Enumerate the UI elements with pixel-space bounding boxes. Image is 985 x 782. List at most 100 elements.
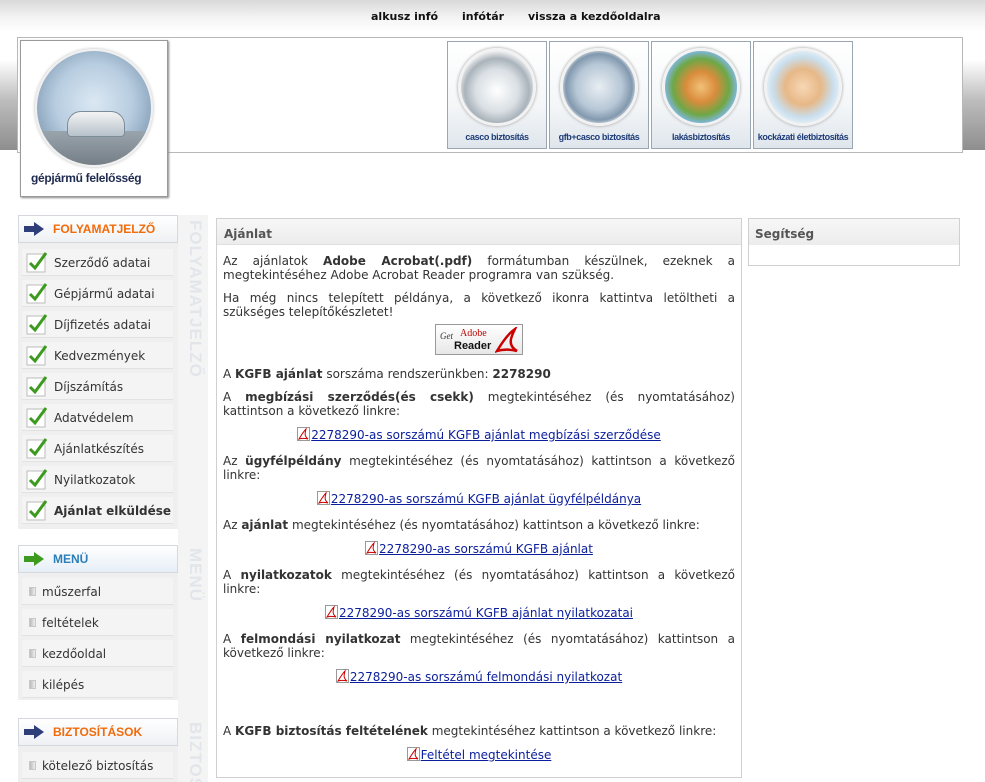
checkmark-icon [26,469,48,490]
progress-step-label: Nyilatkozatok [54,473,136,487]
car-photo [35,49,153,167]
progress-step[interactable]: Szerződő adatai [22,249,173,276]
nav-alkusz-info[interactable]: alkusz infó [371,10,438,23]
insurances-title: BIZTOSÍTÁSOK [53,725,143,739]
menu-item-label: kezdőoldal [42,647,107,661]
offer-pdf-link[interactable]: 2278290-as sorszámú KGFB ajánlat [379,542,593,556]
progress-step[interactable]: Díjszámítás [22,373,173,400]
progress-step[interactable]: Ajánlatkészítés [22,435,173,462]
bullet-icon [29,649,36,658]
help-title: Segítség [749,219,959,245]
product-life[interactable]: kockázati életbiztosítás [753,41,853,149]
bullet-icon [29,618,36,627]
bullet-icon [29,680,36,689]
pdf-icon [316,491,330,505]
progress-step[interactable]: Adatvédelem [22,404,173,431]
nav-infotar[interactable]: infótár [462,10,504,23]
checkmark-icon [26,314,48,335]
car-photo [458,48,536,126]
checkmark-icon [26,252,48,273]
menu-title: MENÜ [53,552,89,566]
progress-step[interactable]: Nyilatkozatok [22,466,173,493]
progress-step-label: Ajánlatkészítés [54,442,145,456]
progress-step-current[interactable]: Ajánlat elküldése [22,497,173,524]
checkmark-icon [26,407,48,428]
progress-step-label: Díjszámítás [54,380,124,394]
insurances-vertical-label: BIZTOS [186,722,205,782]
menu-item-label: feltételek [42,616,99,630]
checkmark-icon [26,500,48,521]
progress-step[interactable]: Kedvezmények [22,342,173,369]
offer-info-text: Az ajánlat megtekintéséhez (és nyomtatás… [223,518,700,532]
checkmark-icon [26,376,48,397]
progress-title: FOLYAMATJELZŐ [53,222,156,236]
pdf-icon [406,747,420,761]
progress-header: FOLYAMATJELZŐ [18,215,178,243]
contract-info-text: A megbízási szerződés(és csekk) megtekin… [223,390,735,418]
progress-step-label: Díjfizetés adatai [54,318,152,332]
product-casco[interactable]: casco biztosítás [447,41,547,149]
menu-item-terms[interactable]: feltételek [22,609,173,636]
progress-step-label: Ajánlat elküldése [54,504,172,518]
progress-vertical-label: FOLYAMATJELZŐ [186,220,205,378]
product-logo-card[interactable]: gépjármű felelősség [20,40,168,197]
car-photo [560,48,638,126]
insurance-item-mandatory[interactable]: kötelező biztosítás [22,752,173,779]
contract-pdf-link[interactable]: 2278290-as sorszámú KGFB ajánlat megbízá… [311,428,661,442]
menu-item-logout[interactable]: kilépés [22,671,173,698]
client-copy-pdf-link[interactable]: 2278290-as sorszámú KGFB ajánlat ügyfélp… [331,492,641,506]
cancellation-info-text: A felmondási nyilatkozat megtekintéséhez… [223,632,736,660]
house-photo [662,48,740,126]
adobe-logo-icon [495,327,518,353]
progress-step-label: Adatvédelem [54,411,134,425]
terms-info-text: A KGFB biztosítás feltételének megtekint… [223,724,717,738]
help-panel: Segítség [748,218,960,266]
declarations-info-text: A nyilatkozatok megtekintéséhez (és nyom… [223,568,735,596]
bullet-icon [29,761,36,770]
product-label: gfb+casco biztosítás [558,132,640,142]
product-logo-label: gépjármű felelősség [31,171,142,185]
offer-body: Az ajánlatok Adobe Acrobat(.pdf) formátu… [217,245,741,762]
menu-item-dashboard[interactable]: műszerfal [22,578,173,605]
pdf-icon [335,669,349,683]
menu-item-label: műszerfal [42,585,102,599]
arrow-right-icon [24,725,44,739]
arrow-right-icon [24,222,44,236]
progress-step-label: Szerződő adatai [54,256,151,270]
pdf-icon [297,427,311,441]
install-info-text: Ha még nincs telepített példánya, a köve… [223,291,735,319]
menu-item-label: kilépés [42,678,85,692]
pdf-icon [324,605,338,619]
checkmark-icon [26,345,48,366]
product-label: kockázati életbiztosítás [757,132,849,142]
pdf-icon [365,541,379,555]
product-gfb-casco[interactable]: gfb+casco biztosítás [549,41,649,149]
checkmark-icon [26,438,48,459]
product-home[interactable]: lakásbiztosítás [651,41,751,149]
arrow-right-icon [24,552,44,566]
insurances-header: BIZTOSÍTÁSOK [18,718,178,746]
nav-back-home[interactable]: vissza a kezdőoldalra [528,10,661,23]
terms-pdf-link[interactable]: Feltétel megtekintése [421,748,552,762]
insurance-item-label: kötelező biztosítás [42,759,154,773]
menu-item-home[interactable]: kezdőoldal [22,640,173,667]
progress-step[interactable]: Gépjármű adatai [22,280,173,307]
declarations-pdf-link[interactable]: 2278290-as sorszámú KGFB ajánlat nyilatk… [339,606,633,620]
offer-panel: Ajánlat Az ajánlatok Adobe Acrobat(.pdf)… [216,218,742,778]
progress-step[interactable]: Díjfizetés adatai [22,311,173,338]
pdf-info-text: Az ajánlatok Adobe Acrobat(.pdf) formátu… [223,254,735,282]
progress-step-label: Kedvezmények [54,349,146,363]
offer-title: Ajánlat [217,219,741,245]
offer-number-text: A KGFB ajánlat sorszáma rendszerünkben: … [223,367,551,381]
product-label: casco biztosítás [465,132,529,142]
product-label: lakásbiztosítás [671,132,731,142]
menu-header: MENÜ [18,545,178,573]
menu-vertical-label: MENÜ [186,548,205,603]
bullet-icon [29,587,36,596]
client-copy-info-text: Az ügyfélpéldány megtekintéséhez (és nyo… [223,454,735,482]
get-adobe-reader-button[interactable]: Get Adobe Reader [435,324,523,355]
family-photo [764,48,842,126]
cancellation-pdf-link[interactable]: 2278290-as sorszámú felmondási nyilatkoz… [350,670,622,684]
progress-step-label: Gépjármű adatai [54,287,155,301]
checkmark-icon [26,283,48,304]
